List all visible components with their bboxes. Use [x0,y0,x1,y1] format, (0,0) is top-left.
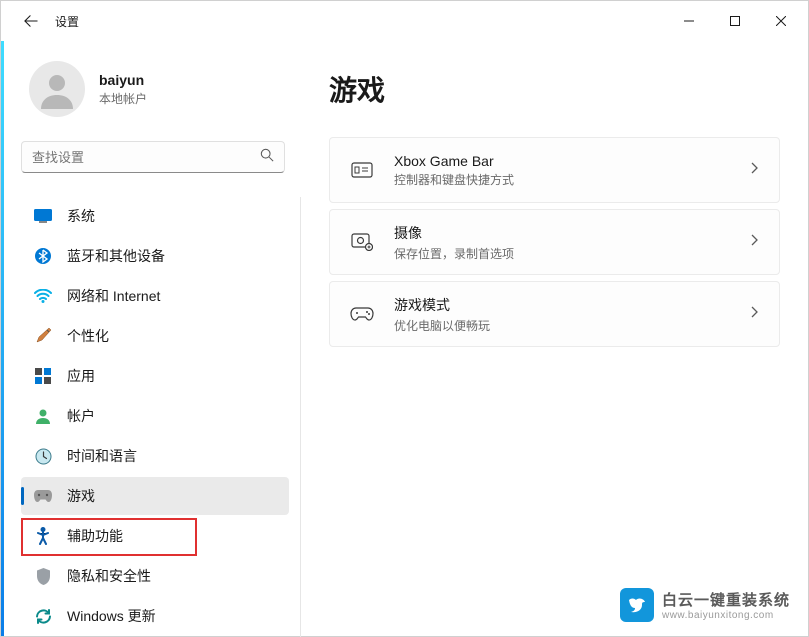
watermark-title: 白云一键重装系统 [662,589,790,610]
brush-icon [33,326,53,346]
bluetooth-icon [33,246,53,266]
card-game-mode[interactable]: 游戏模式 优化电脑以便畅玩 [329,281,780,347]
gamepad-icon [33,486,53,506]
watermark-url: www.baiyunxitong.com [662,610,790,621]
back-arrow-icon [24,14,38,28]
capture-icon [350,233,374,251]
maximize-button[interactable] [712,5,758,37]
watermark: 白云一键重装系统 www.baiyunxitong.com [620,588,790,622]
nav-label: Windows 更新 [67,606,156,626]
shield-icon [33,566,53,586]
nav-label: 辅助功能 [67,526,123,546]
card-subtitle: 优化电脑以便畅玩 [394,317,751,334]
gamemode-icon [350,307,374,321]
wifi-icon [33,286,53,306]
account-type: 本地帐户 [99,90,147,107]
nav-item-personalization[interactable]: 个性化 [21,317,289,355]
accessibility-icon [33,526,53,546]
minimize-button[interactable] [666,5,712,37]
main-content: 游戏 Xbox Game Bar 控制器和键盘快捷方式 摄像 保存位置，录制首选… [301,41,808,636]
back-button[interactable] [13,3,49,39]
apps-icon [33,366,53,386]
sidebar: baiyun 本地帐户 系统 蓝牙和其他设备 网络和 Internet [1,41,301,636]
card-captures[interactable]: 摄像 保存位置，录制首选项 [329,209,780,275]
nav-label: 帐户 [67,406,95,426]
minimize-icon [684,16,694,26]
nav-label: 隐私和安全性 [67,566,151,586]
nav-item-bluetooth[interactable]: 蓝牙和其他设备 [21,237,289,275]
card-title: 摄像 [394,223,751,243]
chevron-right-icon [751,161,759,179]
search-icon [260,148,274,167]
nav-label: 游戏 [67,486,95,506]
nav-item-apps[interactable]: 应用 [21,357,289,395]
maximize-icon [730,16,740,26]
nav-item-network[interactable]: 网络和 Internet [21,277,289,315]
username: baiyun [99,72,147,88]
card-xbox-game-bar[interactable]: Xbox Game Bar 控制器和键盘快捷方式 [329,137,780,203]
nav-label: 网络和 Internet [67,286,160,306]
app-title: 设置 [55,13,79,30]
nav-item-update[interactable]: Windows 更新 [21,597,289,635]
nav-list: 系统 蓝牙和其他设备 网络和 Internet 个性化 应用 帐户 [21,197,301,637]
nav-item-accessibility[interactable]: 辅助功能 [21,517,289,555]
card-subtitle: 控制器和键盘快捷方式 [394,171,751,188]
page-title: 游戏 [329,69,780,109]
nav-label: 系统 [67,206,95,226]
nav-label: 应用 [67,366,95,386]
card-title: 游戏模式 [394,295,751,315]
avatar-icon [37,69,77,109]
nav-item-gaming[interactable]: 游戏 [21,477,289,515]
chevron-right-icon [751,305,759,323]
nav-item-accounts[interactable]: 帐户 [21,397,289,435]
person-icon [33,406,53,426]
update-icon [33,606,53,626]
avatar [29,61,85,117]
search-box[interactable] [21,141,285,173]
search-input[interactable] [32,150,260,165]
watermark-logo [620,588,654,622]
system-icon [33,206,53,226]
nav-item-system[interactable]: 系统 [21,197,289,235]
card-title: Xbox Game Bar [394,153,751,169]
clock-icon [33,446,53,466]
card-subtitle: 保存位置，录制首选项 [394,245,751,262]
nav-item-privacy[interactable]: 隐私和安全性 [21,557,289,595]
chevron-right-icon [751,233,759,251]
window-controls [666,5,804,37]
user-section[interactable]: baiyun 本地帐户 [21,61,301,117]
bird-icon [626,594,648,616]
nav-item-time[interactable]: 时间和语言 [21,437,289,475]
xbox-bar-icon [350,162,374,178]
close-button[interactable] [758,5,804,37]
nav-label: 蓝牙和其他设备 [67,246,165,266]
nav-label: 时间和语言 [67,446,137,466]
nav-label: 个性化 [67,326,109,346]
titlebar: 设置 [1,1,808,41]
close-icon [776,16,786,26]
